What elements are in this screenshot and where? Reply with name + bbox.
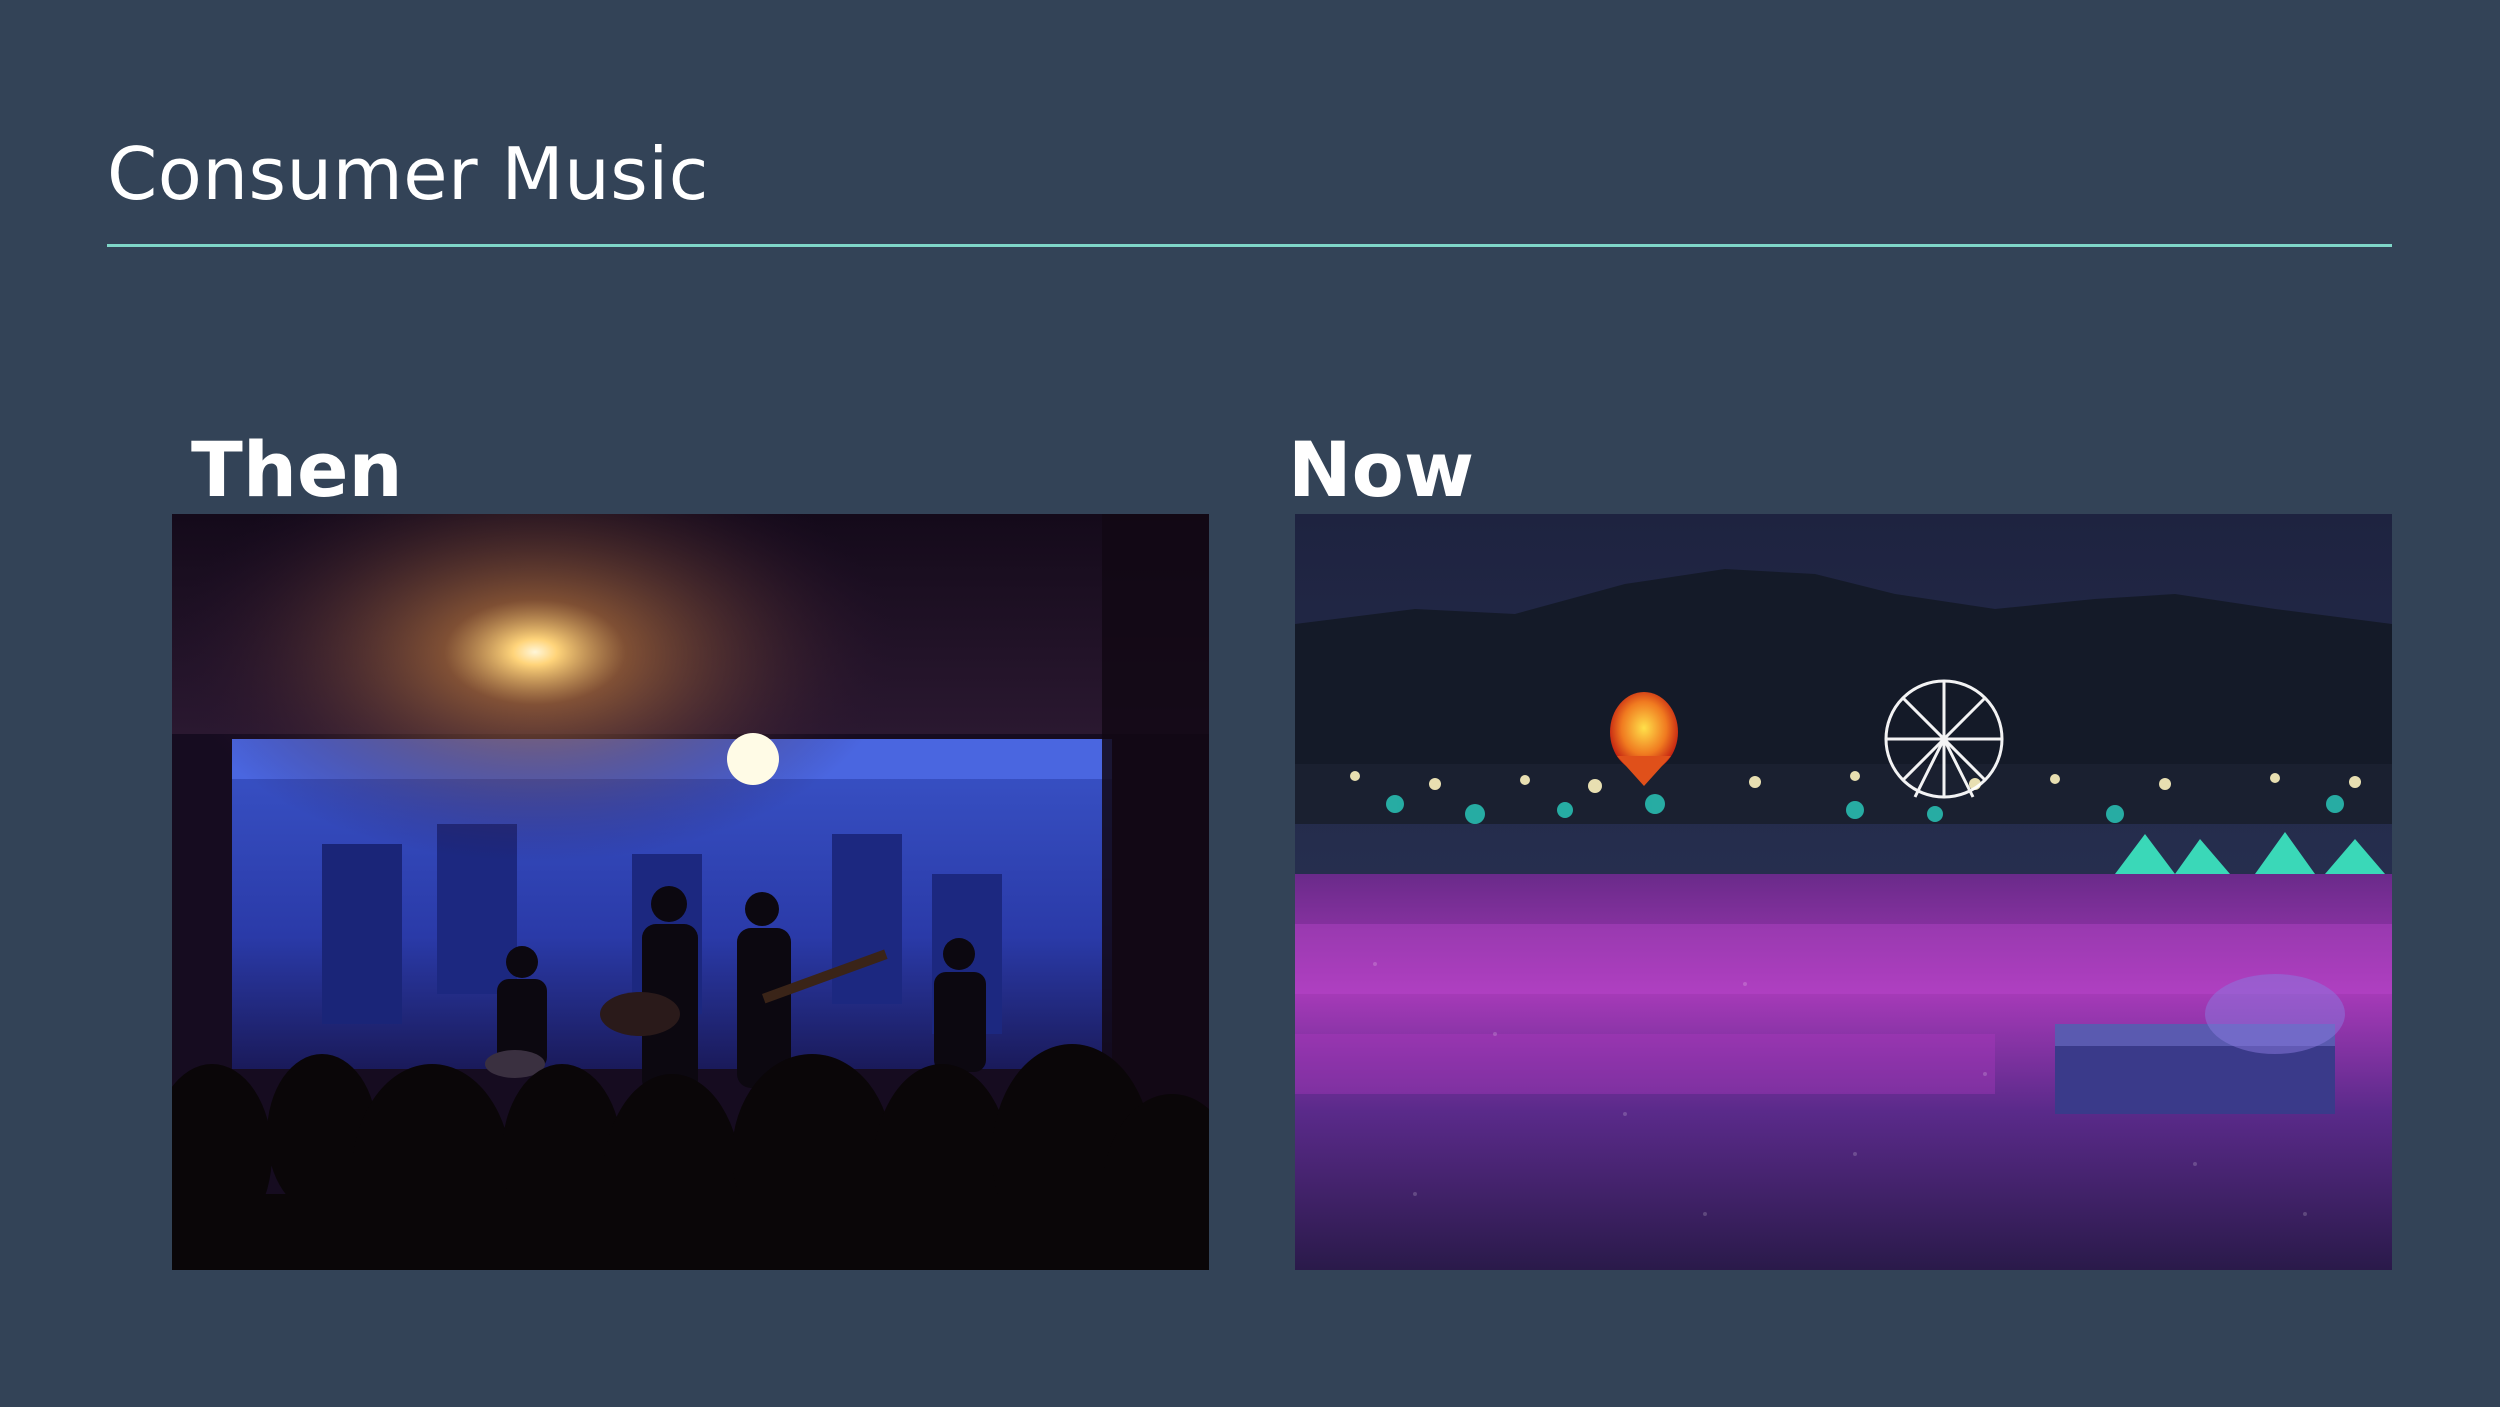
slide: Consumer Music Then Now [0, 0, 2500, 1407]
title-underline [107, 244, 2392, 247]
slide-title: Consumer Music [107, 132, 709, 216]
now-festival-photo [1295, 514, 2392, 1270]
then-concert-photo [172, 514, 1209, 1270]
now-label: Now [1288, 425, 1475, 514]
then-label: Then [191, 425, 403, 514]
